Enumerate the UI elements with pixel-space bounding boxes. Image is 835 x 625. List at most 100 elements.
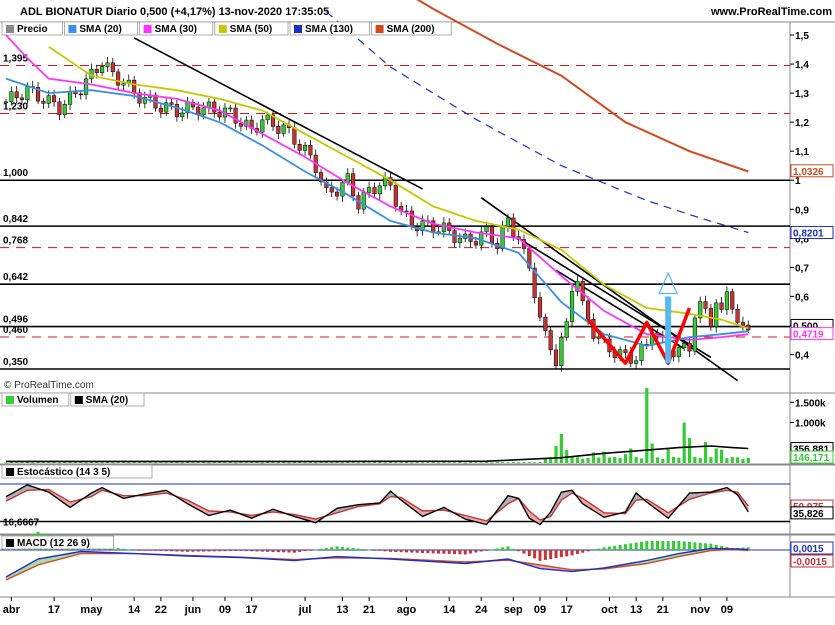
volume-bar xyxy=(410,462,413,463)
x-tick-label: 24 xyxy=(475,604,488,616)
volume-bar xyxy=(496,462,499,463)
macd-histogram-bar xyxy=(191,550,194,552)
macd-histogram-bar xyxy=(234,550,237,551)
macd-histogram-bar xyxy=(677,541,680,550)
volume-bar xyxy=(85,462,88,463)
macd-histogram-bar xyxy=(362,549,365,550)
legend-swatch xyxy=(6,25,14,33)
candle-body xyxy=(378,186,382,194)
volume-bar xyxy=(314,462,317,463)
candle-body xyxy=(693,318,697,351)
volume-bar xyxy=(31,462,34,463)
candle-body xyxy=(10,92,14,102)
macd-histogram-bar xyxy=(453,550,456,554)
candle-body xyxy=(474,242,478,246)
macd-histogram-bar xyxy=(170,550,173,551)
candle-body xyxy=(714,303,718,327)
macd-histogram-bar xyxy=(613,546,616,550)
volume-bar xyxy=(528,462,531,463)
volume-bar xyxy=(522,462,525,463)
candle-body xyxy=(68,92,72,105)
macd-histogram-bar xyxy=(325,548,328,550)
volume-bar xyxy=(416,462,419,463)
macd-histogram-bar xyxy=(159,550,162,551)
candle-body xyxy=(394,185,398,206)
volume-bar xyxy=(613,457,616,463)
volume-bar xyxy=(517,462,520,463)
candle-body xyxy=(282,125,286,134)
macd-histogram-bar xyxy=(624,544,627,550)
candle-body xyxy=(335,192,339,196)
macd-histogram-bar xyxy=(603,547,606,550)
volume-bar xyxy=(218,462,221,463)
macd-histogram-bar xyxy=(245,550,248,551)
volume-bar xyxy=(20,462,23,463)
level-label: 0,642 xyxy=(3,272,28,283)
y-tick-label: 1 xyxy=(795,176,801,187)
macd-histogram-bar xyxy=(629,543,632,550)
macd-histogram-bar xyxy=(213,550,216,551)
x-tick-label: 17 xyxy=(561,604,573,616)
y-tick-label: 1.500k xyxy=(795,398,826,409)
x-tick-label: sep xyxy=(504,604,523,616)
candle-body xyxy=(100,66,104,72)
macd-histogram-bar xyxy=(410,550,413,553)
macd-histogram-bar xyxy=(667,541,670,550)
volume-bar xyxy=(68,462,71,463)
macd-histogram-bar xyxy=(533,550,536,558)
watermark: © ProRealTime.com xyxy=(4,380,94,391)
candle-body xyxy=(624,350,628,353)
volume-bar xyxy=(298,462,301,463)
macd-histogram-bar xyxy=(485,550,488,551)
legend-label: SMA (200) xyxy=(387,24,435,35)
volume-bar xyxy=(506,462,509,463)
macd-histogram-bar xyxy=(693,542,696,550)
candle-body xyxy=(159,108,163,112)
macd-histogram-bar xyxy=(458,550,461,554)
candle-body xyxy=(95,69,99,72)
candle-body xyxy=(549,331,553,350)
volume-bar xyxy=(469,462,472,463)
candle-body xyxy=(682,343,686,348)
macd-histogram-bar xyxy=(330,547,333,550)
volume-bar xyxy=(223,462,226,463)
volume-bar xyxy=(699,458,702,463)
volume-bar xyxy=(426,462,429,463)
candle-body xyxy=(634,361,638,364)
candle-body xyxy=(42,101,46,103)
macd-histogram-bar xyxy=(426,550,429,553)
macd-histogram-bar xyxy=(640,542,643,550)
breakout-bar-top xyxy=(665,296,671,305)
stochastic-level-label: 16,6667 xyxy=(3,518,40,529)
macd-histogram-bar xyxy=(282,550,285,552)
volume-bar xyxy=(544,459,547,463)
macd-histogram-bar xyxy=(293,550,296,553)
x-tick-label: 22 xyxy=(155,604,167,616)
legend-label: Volumen xyxy=(17,395,58,406)
volume-bar xyxy=(501,462,504,463)
volume-bar xyxy=(458,462,461,463)
macd-histogram-bar xyxy=(165,550,168,551)
volume-bar xyxy=(261,462,264,463)
macd-histogram-bar xyxy=(138,550,141,551)
macd-histogram-bar xyxy=(437,550,440,554)
volume-bar xyxy=(624,454,627,463)
candle-body xyxy=(741,322,745,325)
legend-swatch xyxy=(294,25,302,33)
candle-body xyxy=(180,113,184,117)
macd-histogram-bar xyxy=(133,550,136,551)
x-tick-label: ago xyxy=(397,604,417,616)
macd-histogram-bar xyxy=(651,541,654,550)
volume-bar xyxy=(101,462,104,463)
candle-body xyxy=(362,192,366,209)
x-tick-label: 09 xyxy=(721,604,733,616)
macd-histogram-bar xyxy=(442,550,445,554)
candle-body xyxy=(170,103,174,105)
x-tick-label: 13 xyxy=(630,604,642,616)
macd-histogram-bar xyxy=(555,550,558,558)
volume-bar xyxy=(234,463,237,464)
x-tick-label: 14 xyxy=(443,604,456,616)
macd-histogram-bar xyxy=(266,550,269,552)
candle-body xyxy=(570,291,574,321)
volume-bar xyxy=(731,457,734,463)
